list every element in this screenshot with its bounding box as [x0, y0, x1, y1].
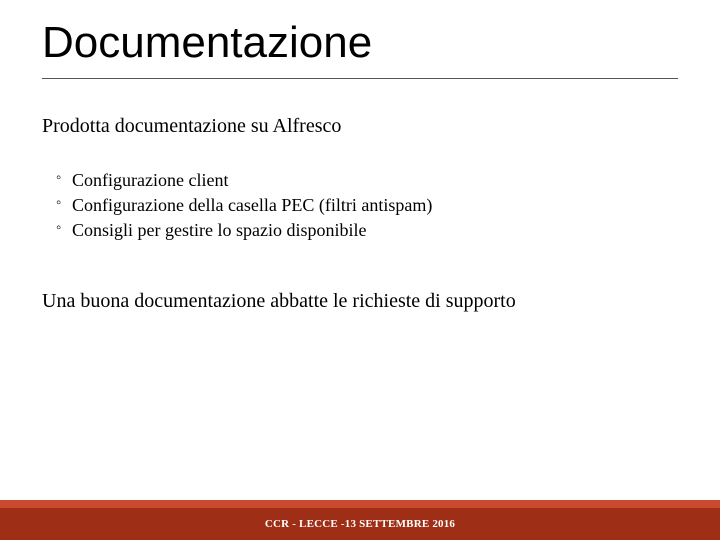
- intro-text: Prodotta documentazione su Alfresco: [42, 113, 678, 140]
- closing-text: Una buona documentazione abbatte le rich…: [42, 288, 678, 315]
- footer: CCR - LECCE -13 SETTEMBRE 2016: [0, 500, 720, 540]
- bullet-list: Configurazione client Configurazione del…: [56, 168, 678, 244]
- slide: Documentazione Prodotta documentazione s…: [0, 0, 720, 540]
- footer-bar: CCR - LECCE -13 SETTEMBRE 2016: [0, 508, 720, 540]
- title-underline: [42, 78, 678, 79]
- slide-title: Documentazione: [42, 18, 678, 68]
- footer-text: CCR - LECCE -13 SETTEMBRE 2016: [265, 518, 455, 530]
- list-item: Configurazione client: [56, 168, 678, 193]
- footer-accent-stripe: [0, 500, 720, 508]
- list-item: Consigli per gestire lo spazio disponibi…: [56, 218, 678, 243]
- list-item: Configurazione della casella PEC (filtri…: [56, 193, 678, 218]
